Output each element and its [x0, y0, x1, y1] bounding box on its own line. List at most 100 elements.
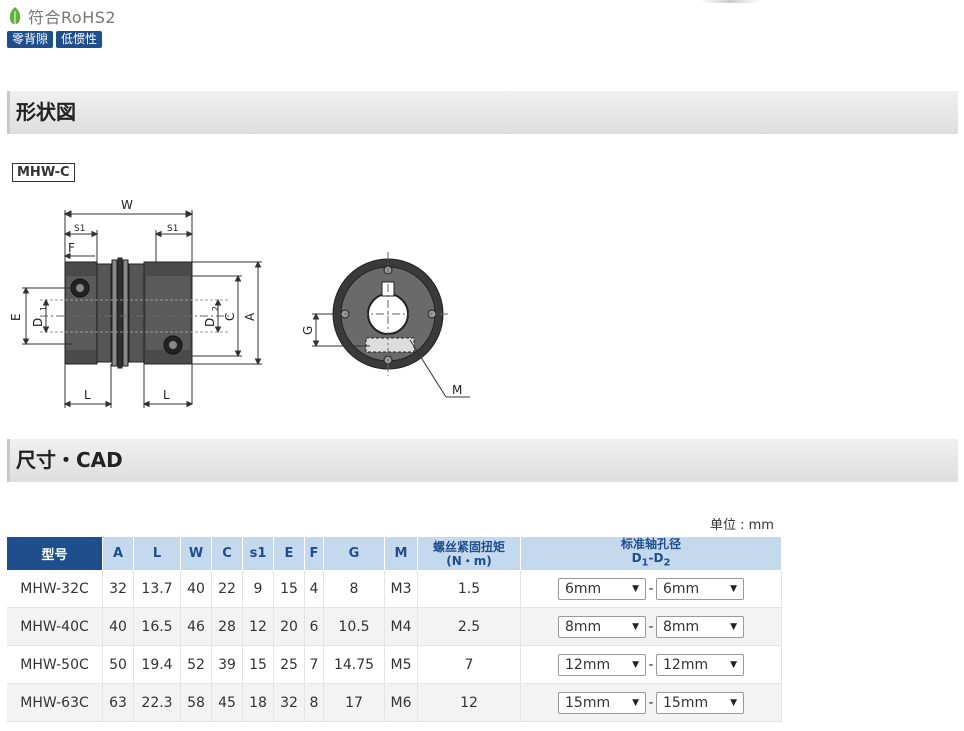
bore-d1-select[interactable]: 8mm ▼ [558, 615, 646, 638]
cell-f: 7 [304, 645, 324, 685]
section-title-dimensions: 尺寸・CAD [16, 448, 123, 472]
col-header-m: M [384, 537, 418, 571]
cell-a: 32 [102, 570, 134, 609]
section-title-shape: 形状図 [16, 100, 76, 124]
dim-label-d1: D [31, 318, 45, 327]
cell-f: 8 [304, 683, 324, 723]
cell-model: MHW-32C [7, 570, 103, 609]
cell-model: MHW-40C [7, 607, 103, 647]
cell-g: 17 [323, 683, 385, 723]
cell-torque: 12 [417, 683, 521, 723]
bore-d1-select[interactable]: 6mm ▼ [558, 577, 646, 600]
cell-s1: 18 [242, 683, 274, 723]
bore-d2-value: 8mm [663, 618, 700, 635]
bore-d1-value: 8mm [565, 618, 602, 635]
dim-label-l-left: L [84, 388, 91, 402]
cell-l: 16.5 [133, 607, 181, 647]
dim-label-d2: D [203, 318, 217, 327]
cell-c: 45 [211, 683, 243, 723]
col-header-l: L [133, 537, 181, 571]
cell-w: 58 [180, 683, 212, 723]
chevron-down-icon: ▼ [632, 583, 639, 594]
chevron-down-icon: ▼ [730, 583, 737, 594]
col-header-a: A [102, 537, 134, 571]
bore-d2-select[interactable]: 15mm ▼ [656, 691, 744, 714]
cell-s1: 12 [242, 607, 274, 647]
bore-header-dash: -D [648, 551, 664, 565]
bore-d2-select[interactable]: 8mm ▼ [656, 615, 744, 638]
col-header-model: 型号 [7, 537, 103, 571]
cell-bore: 8mm ▼ -8mm ▼ [520, 607, 782, 647]
bore-d1-select[interactable]: 12mm ▼ [558, 653, 646, 676]
section-header-shape: 形状図 [7, 91, 958, 134]
bore-d1-select[interactable]: 15mm ▼ [558, 691, 646, 714]
table-header-row: 型号 A L W C s1 E F G M 螺丝紧固扭矩 (N・m) 标准轴孔径… [7, 537, 782, 571]
bore-separator: - [648, 580, 654, 597]
cell-e: 32 [273, 683, 305, 723]
bore-d1-value: 15mm [565, 694, 611, 711]
cell-e: 25 [273, 645, 305, 685]
bore-header-sub: D1-D2 [521, 551, 781, 570]
unit-label: 单位 : mm [710, 518, 774, 533]
feature-tags: 零背隙 低惯性 [7, 31, 103, 48]
dim-label-f: F [68, 241, 75, 255]
dim-label-g: G [301, 326, 315, 335]
col-header-f: F [304, 537, 324, 571]
dim-label-l-right: L [163, 388, 170, 402]
cell-torque: 7 [417, 645, 521, 685]
chevron-down-icon: ▼ [632, 621, 639, 632]
bore-d2-value: 12mm [663, 656, 709, 673]
cell-l: 13.7 [133, 570, 181, 609]
chevron-down-icon: ▼ [730, 659, 737, 670]
col-header-c: C [211, 537, 243, 571]
bore-d2-select[interactable]: 6mm ▼ [656, 577, 744, 600]
cell-g: 10.5 [323, 607, 385, 647]
rohs-label: 符合RoHS2 [28, 8, 117, 27]
dim-label-s1-left: S1 [74, 224, 85, 234]
cell-a: 63 [102, 683, 134, 723]
col-header-w: W [180, 537, 212, 571]
cell-bore: 15mm ▼ -15mm ▼ [520, 683, 782, 723]
bore-d1-value: 12mm [565, 656, 611, 673]
leaf-icon [9, 7, 21, 25]
cell-g: 8 [323, 570, 385, 609]
bore-d2-select[interactable]: 12mm ▼ [656, 653, 744, 676]
dim-label-m: M [452, 383, 462, 397]
bore-separator: - [648, 694, 654, 711]
cell-a: 40 [102, 607, 134, 647]
cell-c: 22 [211, 570, 243, 609]
cell-m: M5 [384, 645, 418, 685]
col-header-g: G [323, 537, 385, 571]
cell-model: MHW-50C [7, 645, 103, 685]
bore-header-d: D [631, 551, 642, 565]
rohs-badge: 符合RoHS2 [8, 4, 116, 28]
col-header-s1: s1 [242, 537, 274, 571]
cell-w: 52 [180, 645, 212, 685]
cell-a: 50 [102, 645, 134, 685]
bore-separator: - [648, 618, 654, 635]
cell-w: 46 [180, 607, 212, 647]
cell-s1: 15 [242, 645, 274, 685]
col-header-e: E [273, 537, 305, 571]
torque-header-label: 螺丝紧固扭矩 [432, 539, 505, 554]
dim-label-e: E [9, 313, 23, 321]
cell-bore: 6mm ▼ -6mm ▼ [520, 570, 782, 609]
chevron-down-icon: ▼ [632, 697, 639, 708]
tag-low-inertia: 低惯性 [56, 31, 103, 48]
bore-header-sub1: 1 [641, 557, 649, 569]
cell-e: 20 [273, 607, 305, 647]
cell-torque: 2.5 [417, 607, 521, 647]
col-header-torque: 螺丝紧固扭矩 (N・m) [417, 537, 521, 571]
decorative-shadow [700, 0, 760, 3]
tag-zero-backlash: 零背隙 [7, 31, 54, 48]
cell-torque: 1.5 [417, 570, 521, 609]
table-row: MHW-50C 50 19.4 52 39 15 25 7 14.75 M5 7… [7, 645, 782, 685]
cell-m: M3 [384, 570, 418, 609]
dim-label-s1-right: S1 [167, 224, 178, 234]
bore-header-label: 标准轴孔径 [620, 537, 681, 551]
cell-f: 4 [304, 570, 324, 609]
cell-c: 39 [211, 645, 243, 685]
chevron-down-icon: ▼ [632, 659, 639, 670]
torque-header-unit: (N・m) [446, 553, 492, 568]
dim-label-c: C [223, 313, 237, 321]
